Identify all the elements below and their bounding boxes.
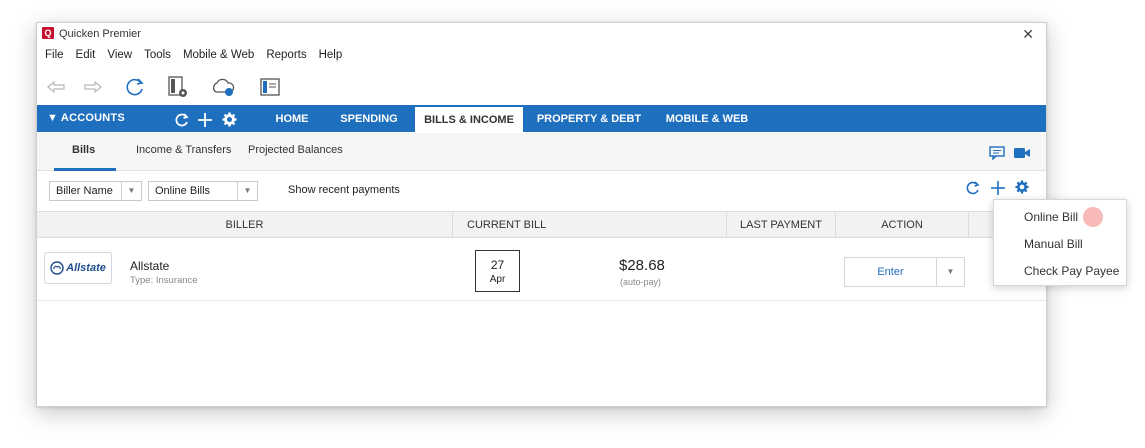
active-subtab-indicator [54,168,116,171]
menu-bar: File Edit View Tools Mobile & Web Report… [37,49,354,67]
refresh-bills-icon[interactable] [965,180,981,201]
app-window: Q Quicken Premier ✕ File Edit View Tools… [36,22,1047,407]
menu-mobile-web[interactable]: Mobile & Web [183,49,254,67]
show-recent-payments-link[interactable]: Show recent payments [288,184,400,196]
due-date-box: 27 Apr [475,250,520,292]
tab-home[interactable]: HOME [262,105,322,132]
toolbar [37,73,1046,103]
col-header-biller[interactable]: BILLER [37,212,453,237]
menu-item-manual-bill[interactable]: Manual Bill [1024,237,1083,251]
allstate-logo-text: Allstate [66,262,106,274]
add-bill-icon[interactable] [990,180,1006,201]
chevron-down-icon: ▼ [237,182,257,200]
add-account-icon[interactable] [197,105,213,132]
menu-edit[interactable]: Edit [76,49,96,67]
col-header-action[interactable]: ACTION [836,212,969,237]
sub-tab-bar: Bills Income & Transfers Projected Balan… [37,133,1046,171]
subtab-bills[interactable]: Bills [72,144,95,156]
accounts-toggle[interactable]: ▼ ACCOUNTS [47,105,125,132]
back-arrow-icon[interactable] [42,73,70,101]
bill-type-select[interactable]: Online Bills ▼ [148,181,258,201]
biller-type: Type: Insurance [130,275,198,286]
video-camera-icon[interactable] [1013,146,1031,163]
due-month: Apr [489,274,506,285]
forward-arrow-icon[interactable] [79,73,107,101]
tab-property-debt[interactable]: PROPERTY & DEBT [533,105,645,132]
biller-name-select-value: Biller Name [56,185,113,197]
col-header-current-bill[interactable]: CURRENT BILL [453,212,727,237]
bills-table-header: BILLER CURRENT BILL LAST PAYMENT ACTION [37,211,1046,238]
click-indicator [1083,207,1103,227]
menu-tools[interactable]: Tools [144,49,171,67]
bill-amount: $28.68 [619,257,665,274]
menu-item-check-pay-payee[interactable]: Check Pay Payee [1024,264,1119,278]
chevron-down-icon[interactable]: ▼ [936,257,965,287]
refresh-accounts-icon[interactable] [174,105,190,132]
tab-mobile-web[interactable]: MOBILE & WEB [657,105,757,132]
due-day: 27 [490,258,505,272]
close-icon[interactable]: ✕ [1022,26,1034,43]
table-row[interactable]: Allstate Allstate Type: Insurance 27 Apr… [37,239,1046,301]
allstate-logo: Allstate [44,252,112,284]
title-bar: Q Quicken Premier ✕ [37,23,1046,45]
refresh-icon[interactable] [121,73,149,101]
chevron-down-icon: ▼ [121,182,141,200]
cloud-sync-icon[interactable] [209,73,237,101]
window-title: Quicken Premier [59,28,141,40]
menu-item-online-bill[interactable]: Online Bill [1024,210,1078,224]
gear-icon[interactable] [222,105,237,132]
tab-bills-income[interactable]: BILLS & INCOME [415,107,523,132]
menu-reports[interactable]: Reports [266,49,306,67]
subtab-income-transfers[interactable]: Income & Transfers [136,144,231,156]
chat-icon[interactable] [989,146,1005,163]
bill-type-select-value: Online Bills [155,185,211,197]
auto-pay-note: (auto-pay) [620,277,662,287]
biller-name-select[interactable]: Biller Name ▼ [49,181,142,201]
menu-file[interactable]: File [45,49,64,67]
gear-icon[interactable] [1015,180,1029,199]
menu-help[interactable]: Help [319,49,343,67]
filter-bar: Biller Name ▼ Online Bills ▼ Show recent… [37,172,1046,210]
setup-document-icon[interactable] [164,73,192,101]
enter-button[interactable]: Enter [844,257,937,287]
biller-name: Allstate [130,259,170,273]
menu-view[interactable]: View [107,49,132,67]
allstate-hands-icon [50,261,64,275]
main-nav-bar: ▼ ACCOUNTS HOME SPENDING BILLS & INCOME … [37,105,1046,132]
window-panel-icon[interactable] [256,73,284,101]
tab-spending[interactable]: SPENDING [329,105,409,132]
add-bill-menu: Online Bill Manual Bill Check Pay Payee [993,199,1127,286]
quicken-logo-icon: Q [42,27,54,39]
col-header-last-payment[interactable]: LAST PAYMENT [727,212,836,237]
subtab-projected-balances[interactable]: Projected Balances [248,144,343,156]
